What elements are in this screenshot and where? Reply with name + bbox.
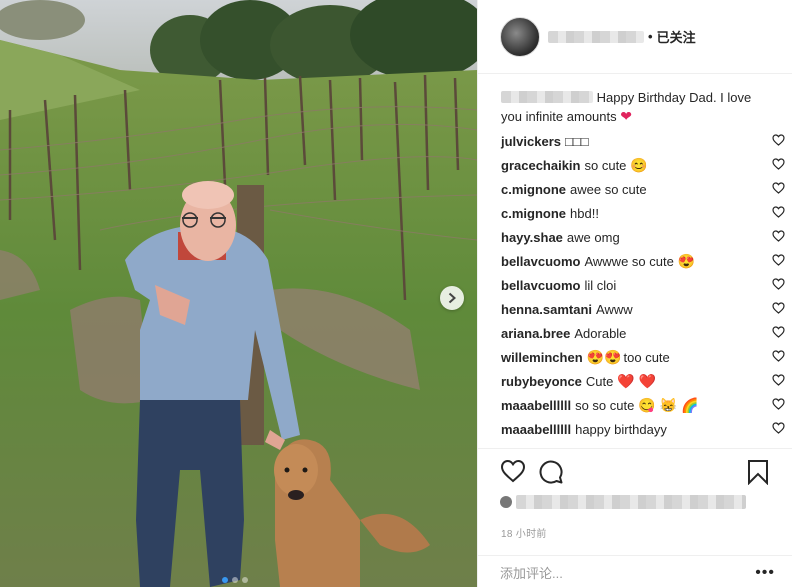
comment-row: bellavcuomo lil cloi <box>478 273 792 297</box>
comment-like-heart-icon[interactable] <box>772 278 786 292</box>
comment-username[interactable]: maaabellllll <box>501 422 571 437</box>
post-side-panel: • 已关注 Happy Birthday Dad. I love you inf… <box>477 0 792 587</box>
comment-row: rubybeyonce Cute ❤️ ❤️ <box>478 369 792 393</box>
comment-text: too cute <box>623 349 670 365</box>
comment-like-heart-icon[interactable] <box>772 182 786 196</box>
comment-username[interactable]: bellavcuomo <box>501 254 580 269</box>
comment-emoji: 😍 <box>677 253 696 269</box>
separator-dot: • <box>648 29 653 44</box>
more-options-button[interactable]: ••• <box>755 564 775 582</box>
comment-username[interactable]: hayy.shae <box>501 230 563 245</box>
post-timestamp: 18 小时前 <box>501 529 547 540</box>
comment-text: hbd!! <box>570 205 599 221</box>
heart-outline-icon <box>500 459 526 483</box>
comment-username[interactable]: c.mignone <box>501 206 566 221</box>
red-heart-icon: ❤ <box>620 108 632 124</box>
comment-username[interactable]: rubybeyonce <box>501 374 582 389</box>
comment-username[interactable]: gracechaikin <box>501 158 581 173</box>
redacted-caption-author <box>501 91 593 103</box>
comment-emoji: ❤️ ❤️ <box>617 373 657 389</box>
comment-row: c.mignone awee so cute <box>478 177 792 201</box>
chevron-right-icon <box>448 292 456 304</box>
comment-row: maaabellllll happy birthdayy <box>478 417 792 441</box>
comment-like-heart-icon[interactable] <box>772 254 786 268</box>
comment-text: so cute <box>584 157 627 173</box>
redacted-username <box>548 30 644 43</box>
save-button[interactable] <box>747 459 769 488</box>
comment-text: awe omg <box>566 229 620 245</box>
comment-like-heart-icon[interactable] <box>772 398 786 412</box>
comment-username[interactable]: henna.samtani <box>501 302 592 317</box>
comment-like-heart-icon[interactable] <box>772 350 786 364</box>
comment-row: willeminchen 😍😍 too cute <box>478 345 792 369</box>
carousel-dot-3 <box>242 577 248 583</box>
like-button[interactable] <box>500 459 526 486</box>
comment-username[interactable]: julvickers <box>501 134 561 149</box>
comment-text: happy birthdayy <box>575 421 667 437</box>
comment-row: c.mignone hbd!! <box>478 201 792 225</box>
post-photo[interactable] <box>0 0 477 587</box>
comment-emoji: 😍😍 <box>586 349 622 365</box>
comment-text: lil cloi <box>584 277 617 293</box>
comment-row: bellavcuomo Awwwe so cute 😍 <box>478 249 792 273</box>
comment-text: Adorable <box>574 325 627 341</box>
comment-row: henna.samtani Awww <box>478 297 792 321</box>
vineyard-photo <box>0 0 477 587</box>
comment-row: julvickers □□□ <box>478 129 792 153</box>
carousel-indicator <box>222 577 248 583</box>
comment-text: so so cute <box>575 397 635 413</box>
next-photo-button[interactable] <box>440 286 464 310</box>
comment-like-heart-icon[interactable] <box>772 422 786 436</box>
post-header: • 已关注 <box>478 0 792 74</box>
add-comment-bar: ••• <box>478 555 792 587</box>
bookmark-icon <box>748 460 768 486</box>
comment-emoji: 😊 <box>630 157 648 173</box>
comment-text: Awwwe so cute <box>584 253 674 269</box>
carousel-dot-2 <box>232 577 238 583</box>
comment-rows: julvickers □□□ gracechaikin so cute 😊 c.migno… <box>478 129 792 441</box>
comment-row: ariana.bree Adorable <box>478 321 792 345</box>
comment-like-heart-icon[interactable] <box>772 206 786 220</box>
redacted-likes-text <box>516 495 746 509</box>
action-bar <box>500 459 772 489</box>
comment-username[interactable]: c.mignone <box>501 182 566 197</box>
comment-like-heart-icon[interactable] <box>772 158 786 172</box>
avatar[interactable] <box>500 16 540 57</box>
comment-row: gracechaikin so cute 😊 <box>478 153 792 177</box>
comment-like-heart-icon[interactable] <box>772 326 786 340</box>
likes-summary[interactable] <box>500 495 746 509</box>
instagram-post: • 已关注 Happy Birthday Dad. I love you inf… <box>0 0 792 587</box>
comment-text: awee so cute <box>570 181 647 197</box>
post-actions: 18 小时前 ••• <box>478 448 792 587</box>
caption: Happy Birthday Dad. I love you infinite … <box>478 88 792 126</box>
comment-emoji: 😋 😸 🌈 <box>638 397 699 413</box>
comment-like-heart-icon[interactable] <box>772 230 786 244</box>
liker-avatar <box>500 496 512 508</box>
comment-username[interactable]: ariana.bree <box>501 326 570 341</box>
comment-row: maaabellllll so so cute 😋 😸 🌈 <box>478 393 792 417</box>
comment-text: □□□ <box>565 133 589 149</box>
comment-username[interactable]: willeminchen <box>501 350 583 365</box>
comment-like-heart-icon[interactable] <box>772 374 786 388</box>
comment-like-heart-icon[interactable] <box>772 302 786 316</box>
carousel-dot-1 <box>222 577 228 583</box>
comment-row: hayy.shae awe omg <box>478 225 792 249</box>
comment-username[interactable]: maaabellllll <box>501 398 571 413</box>
comment-button[interactable] <box>538 459 564 488</box>
speech-bubble-icon <box>539 460 563 484</box>
comment-text: Awww <box>596 301 633 317</box>
comment-text: Cute <box>585 373 614 389</box>
add-comment-input[interactable] <box>500 563 740 583</box>
comments-list: Happy Birthday Dad. I love you infinite … <box>478 88 792 441</box>
comment-like-heart-icon[interactable] <box>772 134 786 148</box>
comment-username[interactable]: bellavcuomo <box>501 278 580 293</box>
following-button[interactable]: 已关注 <box>657 27 696 46</box>
